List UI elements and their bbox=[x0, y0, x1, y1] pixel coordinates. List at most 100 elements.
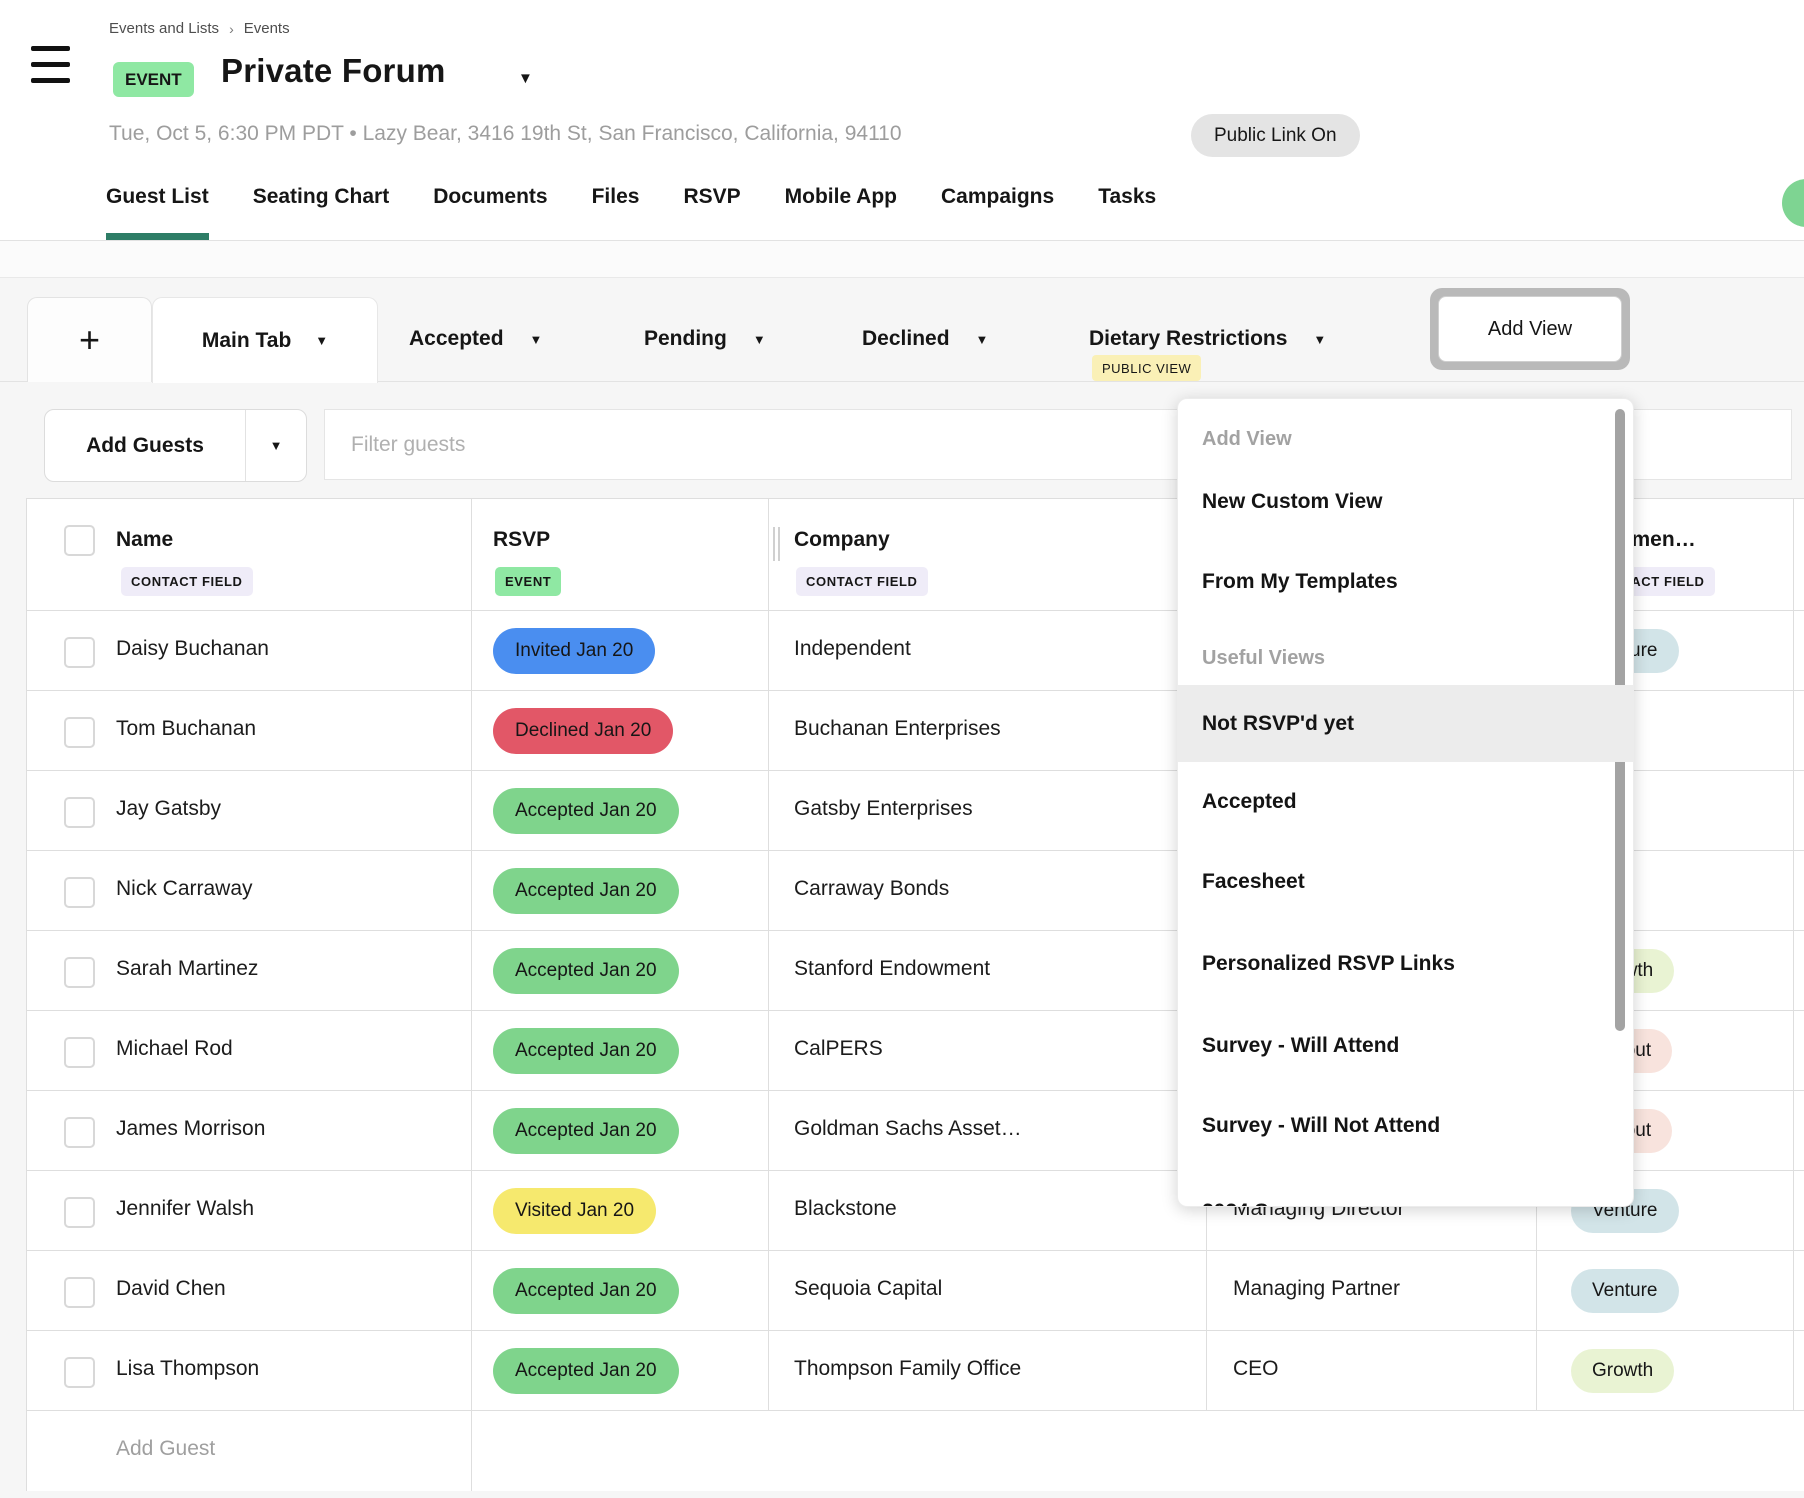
menu-item-survey-will-attend[interactable]: Survey - Will Attend bbox=[1178, 1015, 1633, 1077]
row-checkbox[interactable] bbox=[64, 957, 95, 988]
menu-item-not-rsvp-d-yet[interactable]: Not RSVP'd yet bbox=[1178, 685, 1633, 762]
rsvp-status-pill: Accepted Jan 20 bbox=[493, 1268, 679, 1314]
rsvp-status-pill: Visited Jan 20 bbox=[493, 1188, 656, 1234]
view-tab-declined[interactable]: Declined▼ bbox=[862, 297, 988, 381]
menu-item-facesheet[interactable]: Facesheet bbox=[1178, 851, 1633, 913]
guest-name: Tom Buchanan bbox=[116, 717, 256, 741]
guest-segment-tag: Growth bbox=[1571, 1349, 1674, 1393]
nav-tab-documents[interactable]: Documents bbox=[433, 180, 547, 240]
rsvp-status-pill: Accepted Jan 20 bbox=[493, 868, 679, 914]
guest-name: James Morrison bbox=[116, 1117, 265, 1141]
column-divider bbox=[471, 499, 472, 1491]
rsvp-status-pill: Declined Jan 20 bbox=[493, 708, 673, 754]
header: Events and Lists › Events EVENT Private … bbox=[0, 0, 1804, 240]
menu-item-personalized-rsvp-links[interactable]: Personalized RSVP Links bbox=[1178, 933, 1633, 995]
rsvp-status-pill: Accepted Jan 20 bbox=[493, 948, 679, 994]
rsvp-status-pill: Accepted Jan 20 bbox=[493, 788, 679, 834]
view-tab-label: Accepted bbox=[409, 327, 504, 351]
guest-name: Jennifer Walsh bbox=[116, 1197, 254, 1221]
guest-company: Independent bbox=[794, 637, 911, 661]
menu-item-accepted[interactable]: Accepted bbox=[1178, 771, 1633, 833]
rsvp-status-pill: Invited Jan 20 bbox=[493, 628, 655, 674]
guest-title: Managing Partner bbox=[1233, 1277, 1400, 1301]
guest-company: Carraway Bonds bbox=[794, 877, 949, 901]
nav-tab-mobile-app[interactable]: Mobile App bbox=[785, 180, 897, 240]
row-checkbox[interactable] bbox=[64, 637, 95, 668]
add-guest-row[interactable]: Add Guest bbox=[27, 1411, 1804, 1491]
guest-company: Thompson Family Office bbox=[794, 1357, 1021, 1381]
add-guest-placeholder: Add Guest bbox=[116, 1437, 215, 1461]
guest-name: Michael Rod bbox=[116, 1037, 233, 1061]
select-all-checkbox[interactable] bbox=[64, 525, 95, 556]
view-tab-pending[interactable]: Pending ▼ bbox=[644, 297, 766, 381]
breadcrumb: Events and Lists › Events bbox=[109, 20, 290, 37]
guest-company: Buchanan Enterprises bbox=[794, 717, 1001, 741]
menu-item-new-custom-view[interactable]: New Custom View bbox=[1178, 471, 1633, 533]
view-tab-label: Pending bbox=[644, 327, 727, 351]
chevron-down-icon: ▼ bbox=[315, 333, 328, 348]
breadcrumb-events[interactable]: Events bbox=[244, 20, 290, 37]
nav-tab-files[interactable]: Files bbox=[592, 180, 640, 240]
public-link-toggle[interactable]: Public Link On bbox=[1191, 114, 1360, 157]
column-badge-event: EVENT bbox=[495, 567, 561, 596]
view-tab-accepted[interactable]: Accepted▼ bbox=[409, 297, 542, 381]
add-view-button-ring: Add View bbox=[1430, 288, 1630, 370]
row-checkbox[interactable] bbox=[64, 877, 95, 908]
row-checkbox[interactable] bbox=[64, 1197, 95, 1228]
tab-strip-spacer bbox=[0, 241, 1804, 278]
chevron-down-icon: ▼ bbox=[753, 332, 766, 347]
guest-name: Nick Carraway bbox=[116, 877, 253, 901]
row-checkbox[interactable] bbox=[64, 1117, 95, 1148]
view-tab-label: Main Tab bbox=[202, 329, 291, 353]
row-checkbox[interactable] bbox=[64, 1277, 95, 1308]
guest-segment-tag: Venture bbox=[1571, 1269, 1679, 1313]
rsvp-status-pill: Accepted Jan 20 bbox=[493, 1028, 679, 1074]
column-header-company: Company bbox=[794, 528, 890, 552]
nav-tab-rsvp[interactable]: RSVP bbox=[683, 180, 740, 240]
menu-item-2024-survey[interactable]: 2024 Survey bbox=[1178, 1181, 1633, 1207]
rsvp-status-pill: Accepted Jan 20 bbox=[493, 1348, 679, 1394]
event-type-badge: EVENT bbox=[113, 62, 194, 97]
add-guests-button[interactable]: Add Guests ▼ bbox=[44, 409, 307, 482]
row-checkbox[interactable] bbox=[64, 797, 95, 828]
hamburger-menu-icon[interactable] bbox=[31, 46, 70, 83]
menu-item-from-my-templates[interactable]: From My Templates bbox=[1178, 551, 1633, 613]
content-area: + Main Tab ▼ Accepted▼Pending▼Declined▼D… bbox=[0, 241, 1804, 1498]
guest-company: Sequoia Capital bbox=[794, 1277, 942, 1301]
breadcrumb-separator: › bbox=[229, 21, 234, 37]
row-checkbox[interactable] bbox=[64, 717, 95, 748]
nav-tab-tasks[interactable]: Tasks bbox=[1098, 180, 1156, 240]
view-tab-label: Declined bbox=[862, 327, 950, 351]
row-checkbox[interactable] bbox=[64, 1037, 95, 1068]
add-view-tab-button[interactable]: + bbox=[27, 297, 152, 382]
add-guests-label: Add Guests bbox=[45, 410, 245, 481]
guest-title: CEO bbox=[1233, 1357, 1279, 1381]
nav-tab-guest-list[interactable]: Guest List bbox=[106, 180, 209, 240]
chevron-down-icon: ▼ bbox=[270, 438, 283, 453]
column-badge-contact-field-2: CONTACT FIELD bbox=[796, 567, 928, 596]
add-view-button[interactable]: Add View bbox=[1438, 296, 1622, 362]
event-datetime-location: Tue, Oct 5, 6:30 PM PDT • Lazy Bear, 341… bbox=[109, 122, 902, 146]
column-resize-handle[interactable] bbox=[773, 527, 781, 561]
breadcrumb-events-and-lists[interactable]: Events and Lists bbox=[109, 20, 219, 37]
column-divider bbox=[768, 499, 769, 1411]
chevron-down-icon: ▼ bbox=[1313, 332, 1326, 347]
menu-section-header: Useful Views bbox=[1178, 633, 1633, 683]
add-guests-dropdown[interactable]: ▼ bbox=[245, 410, 306, 481]
view-tab-label: Dietary Restrictions bbox=[1089, 327, 1287, 351]
row-checkbox[interactable] bbox=[64, 1357, 95, 1388]
guest-company: Stanford Endowment bbox=[794, 957, 990, 981]
guest-company: Gatsby Enterprises bbox=[794, 797, 973, 821]
menu-item-survey-will-not-attend[interactable]: Survey - Will Not Attend bbox=[1178, 1095, 1633, 1157]
view-tab-main-tab[interactable]: Main Tab ▼ bbox=[152, 297, 378, 383]
guest-name: Jay Gatsby bbox=[116, 797, 221, 821]
help-fab[interactable] bbox=[1782, 179, 1804, 227]
table-row: Lisa Thompson Accepted Jan 20 Thompson Fam… bbox=[27, 1331, 1804, 1411]
guest-company: Goldman Sachs Asset… bbox=[794, 1117, 1022, 1141]
nav-tab-campaigns[interactable]: Campaigns bbox=[941, 180, 1054, 240]
guest-name: Lisa Thompson bbox=[116, 1357, 259, 1381]
menu-section-header: Add View bbox=[1178, 415, 1633, 463]
nav-tab-seating-chart[interactable]: Seating Chart bbox=[253, 180, 390, 240]
table-row: David ChenAccepted Jan 20Sequoia Capital… bbox=[27, 1251, 1804, 1331]
title-chevron-down-icon[interactable]: ▼ bbox=[518, 70, 533, 87]
